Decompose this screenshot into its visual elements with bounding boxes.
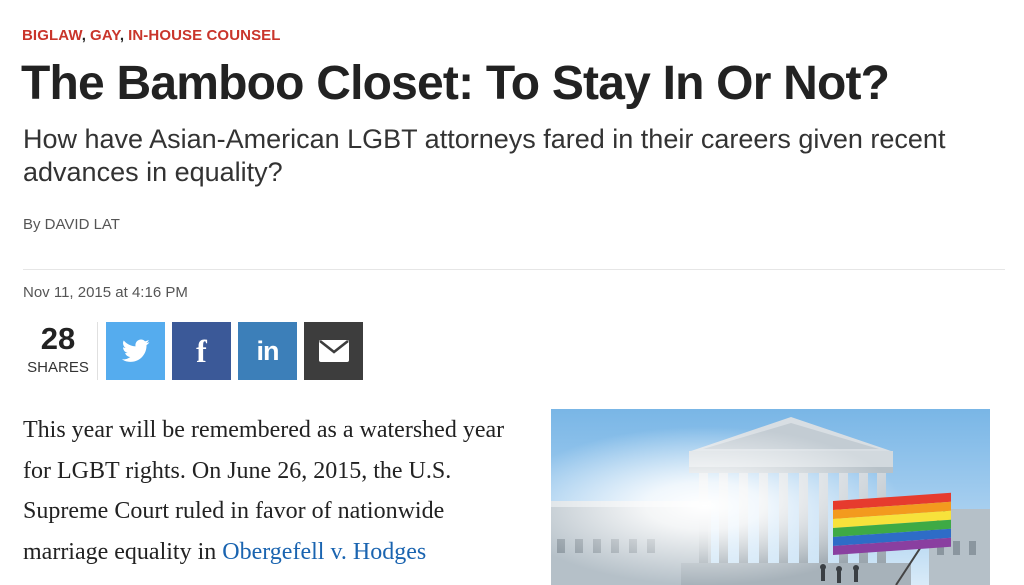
article-hero-image	[551, 409, 990, 585]
article-byline[interactable]: By DAVID LAT	[23, 216, 120, 233]
article-body: This year will be remembered as a waters…	[23, 410, 513, 572]
twitter-share-button[interactable]	[106, 322, 165, 380]
share-label: SHARES	[27, 359, 89, 376]
article-subtitle: How have Asian-American LGBT attorneys f…	[23, 124, 946, 187]
article-title: The Bamboo Closet: To Stay In Or Not?	[21, 57, 890, 110]
category-link-in-house-counsel[interactable]: IN-HOUSE COUNSEL	[128, 27, 280, 44]
category-tags: BIGLAW, GAY, IN-HOUSE COUNSEL	[22, 27, 281, 44]
facebook-share-button[interactable]: f	[172, 322, 231, 380]
category-link-gay[interactable]: GAY	[90, 27, 120, 44]
divider	[23, 269, 1005, 270]
supreme-court-photo	[551, 409, 990, 585]
email-share-button[interactable]	[304, 322, 363, 380]
share-divider	[97, 322, 98, 380]
twitter-bird-icon	[121, 339, 150, 362]
case-link[interactable]: Obergefell v. Hodges	[222, 539, 426, 565]
category-separator: ,	[81, 27, 87, 44]
linkedin-share-button[interactable]: in	[238, 322, 297, 380]
category-separator: ,	[119, 27, 125, 44]
category-link-biglaw[interactable]: BIGLAW	[22, 27, 82, 44]
linkedin-in-icon: in	[256, 335, 280, 366]
share-counter: 28 SHARES	[22, 322, 94, 378]
envelope-icon	[318, 340, 349, 362]
publish-date: Nov 11, 2015 at 4:16 PM	[23, 284, 188, 301]
facebook-f-icon: f	[196, 332, 207, 369]
share-count: 28	[40, 321, 76, 356]
